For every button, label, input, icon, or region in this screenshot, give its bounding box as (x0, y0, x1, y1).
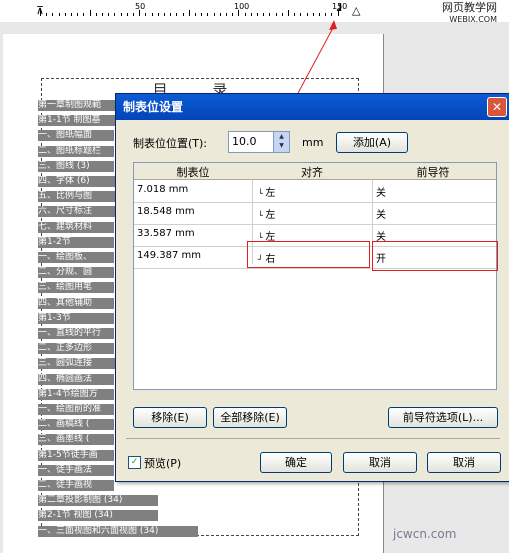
preview-label[interactable]: 预览(P) (144, 455, 181, 471)
position-label: 制表位位置(T): (133, 137, 208, 150)
tab-position-cell[interactable]: 18.548 mm (137, 206, 195, 217)
tab-position-cell[interactable]: 7.018 mm (137, 184, 188, 195)
close-icon[interactable]: ✕ (487, 97, 507, 117)
table-header: 制表位 对齐 前导符 (134, 163, 496, 180)
column-header-alignment[interactable]: 对齐 (252, 164, 372, 180)
highlight-box-leader (372, 241, 498, 271)
alignment-cell[interactable]: └ 左 (258, 206, 275, 221)
unit-label: mm (302, 136, 324, 149)
column-header-leader[interactable]: 前导符 (372, 164, 494, 180)
add-button[interactable]: 添加(A) (336, 132, 408, 153)
ok-button[interactable]: 确定 (260, 452, 332, 473)
footer-divider (126, 438, 500, 439)
alignment-label: 左 (265, 210, 276, 221)
preview-checkbox[interactable]: ✓ (128, 456, 141, 469)
tab-settings-dialog: 制表位设置 ✕ 制表位位置(T): 10.0 ▲ ▼ mm 添加(A) 制表位 对… (115, 93, 509, 482)
leader-cell[interactable]: 关 (376, 184, 386, 199)
position-spinner[interactable]: 10.0 ▲ ▼ (228, 131, 290, 153)
column-header-position[interactable]: 制表位 (134, 164, 252, 180)
alignment-label: 左 (265, 188, 276, 199)
leader-options-button[interactable]: 前导符选项(L)... (388, 407, 498, 428)
table-row[interactable]: 18.548 mm └ 左 关 (134, 202, 496, 225)
tab-position-cell[interactable]: 149.387 mm (137, 250, 201, 261)
position-input[interactable]: 10.0 (232, 135, 257, 148)
remove-button[interactable]: 移除(E) (133, 407, 207, 428)
tab-position-cell[interactable]: 33.587 mm (137, 228, 195, 239)
cancel-button-2[interactable]: 取消 (427, 452, 501, 473)
cancel-button[interactable]: 取消 (343, 452, 417, 473)
highlight-box-alignment (247, 241, 370, 268)
leader-cell[interactable]: 关 (376, 206, 386, 221)
watermark-bottom: jcwcn.com (393, 527, 457, 541)
tab-stops-table[interactable]: 制表位 对齐 前导符 7.018 mm └ 左关 18.548 mm └ 左关 33.5… (133, 162, 497, 390)
remove-all-button[interactable]: 全部移除(E) (213, 407, 287, 428)
alignment-cell[interactable]: └ 左 (258, 184, 275, 199)
spinner-arrows-icon[interactable]: ▲ ▼ (273, 132, 289, 152)
table-row[interactable]: 7.018 mm └ 左 关 (134, 180, 496, 203)
dialog-titlebar[interactable]: 制表位设置 ✕ (116, 94, 509, 120)
dialog-title: 制表位设置 (123, 100, 184, 114)
